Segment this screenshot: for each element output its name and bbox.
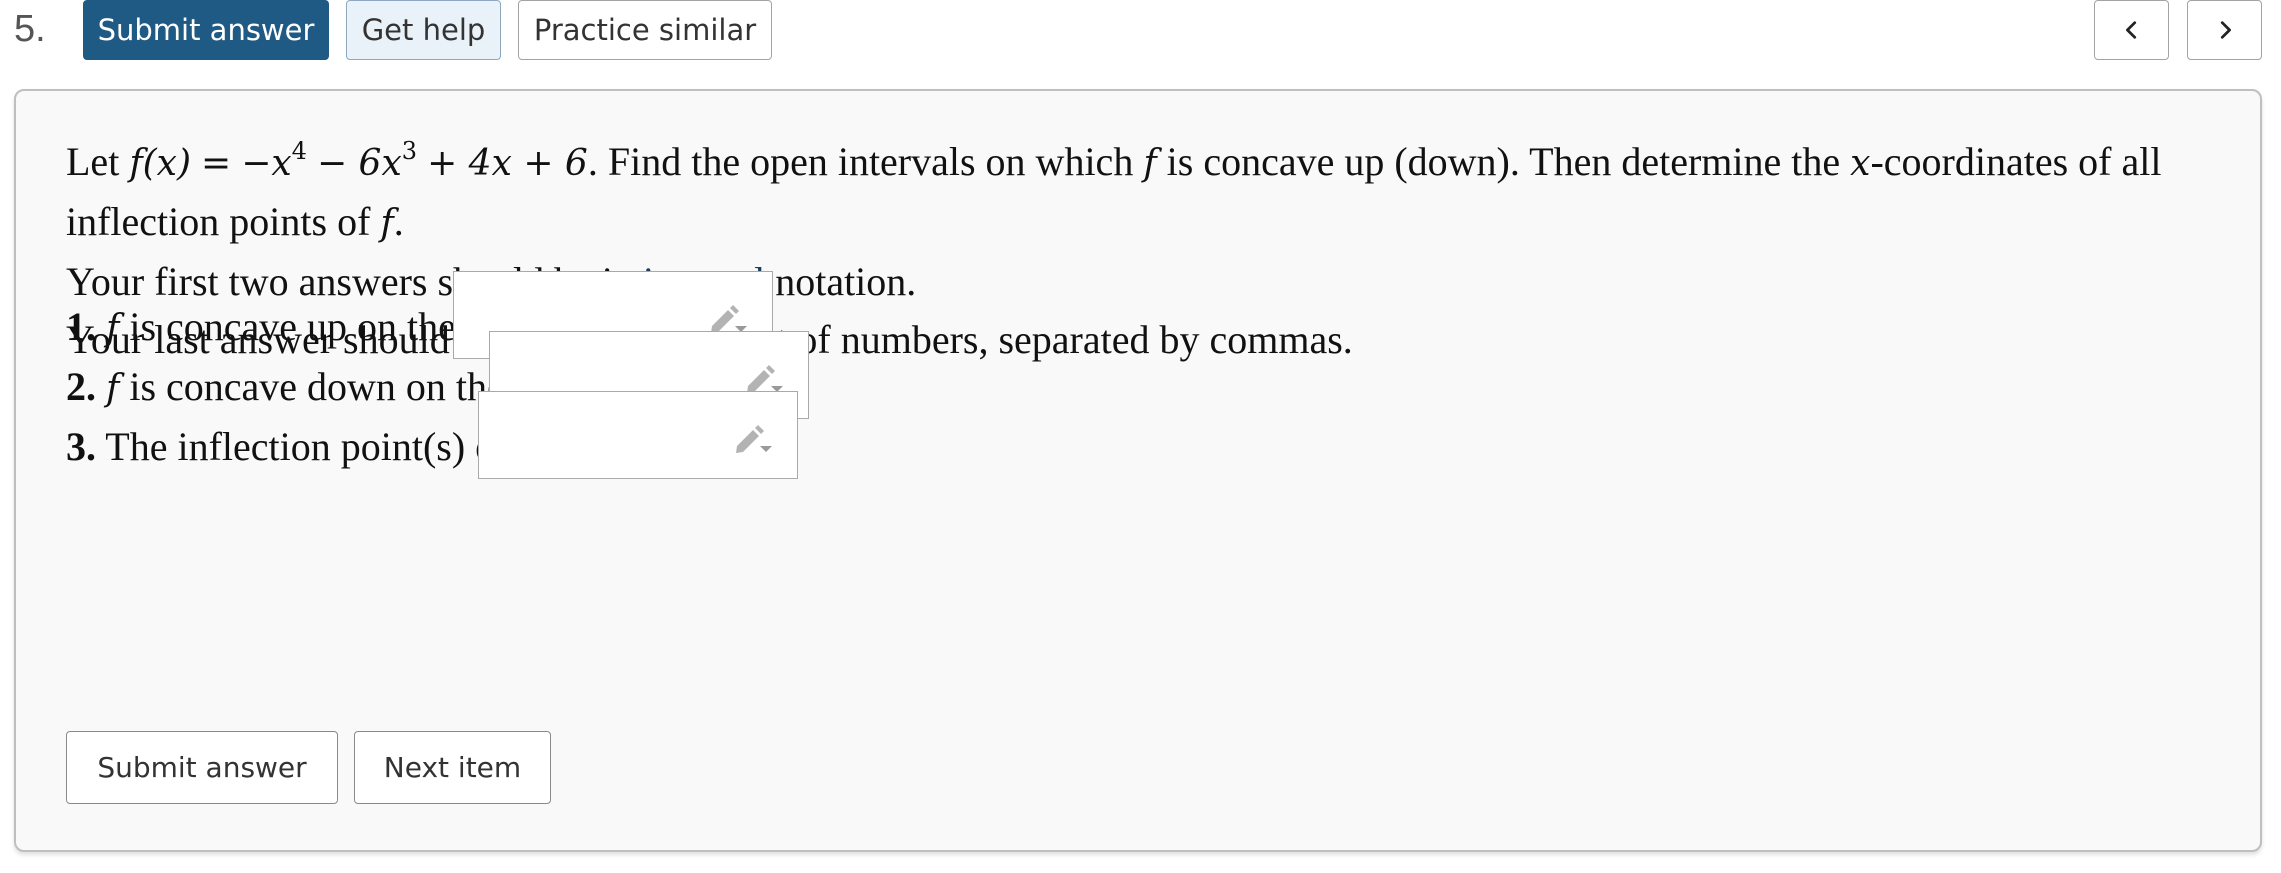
part-number: 2.: [66, 364, 96, 409]
f-variable: f: [106, 368, 120, 409]
question-number: 5.: [14, 8, 46, 50]
part-number: 1.: [66, 304, 96, 349]
part-number: 3.: [66, 424, 96, 469]
x-variable: x: [1850, 143, 1871, 184]
term-x4: −x4: [241, 137, 307, 184]
problem-line-1: Let f(x) = −x4 − 6x3 + 4x + 6. Find the …: [66, 133, 2216, 253]
equals-sign: =: [201, 143, 232, 184]
get-help-button[interactable]: Get help: [346, 0, 501, 60]
submit-answer-button[interactable]: Submit answer: [83, 0, 329, 60]
pencil-dropdown-icon[interactable]: [733, 420, 775, 456]
instruction-text-2: is concave up (down). Then determine the: [1166, 139, 1841, 184]
term-rest: + 4x + 6: [427, 143, 588, 184]
let-text: Let: [66, 139, 120, 184]
f-variable: f: [106, 308, 120, 349]
term-6x3: − 6x3: [316, 137, 418, 184]
chevron-left-icon: [2125, 21, 2136, 39]
f-variable: f: [1143, 143, 1157, 184]
previous-question-button[interactable]: [2094, 0, 2169, 60]
next-item-button[interactable]: Next item: [354, 731, 551, 804]
submit-answer-button[interactable]: Submit answer: [66, 731, 338, 804]
inflection-point-answer-field[interactable]: [478, 391, 798, 479]
chevron-right-icon: [2220, 21, 2231, 39]
next-question-button[interactable]: [2187, 0, 2262, 60]
practice-similar-button[interactable]: Practice similar: [518, 0, 772, 60]
f-variable: f: [380, 203, 394, 244]
instruction-text-1: . Find the open intervals on which: [587, 139, 1134, 184]
question-card: Let f(x) = −x4 − 6x3 + 4x + 6. Find the …: [14, 89, 2262, 852]
function-notation: f(x): [129, 143, 192, 184]
period: .: [393, 199, 404, 244]
instruction-notation-text: notation.: [775, 259, 917, 304]
